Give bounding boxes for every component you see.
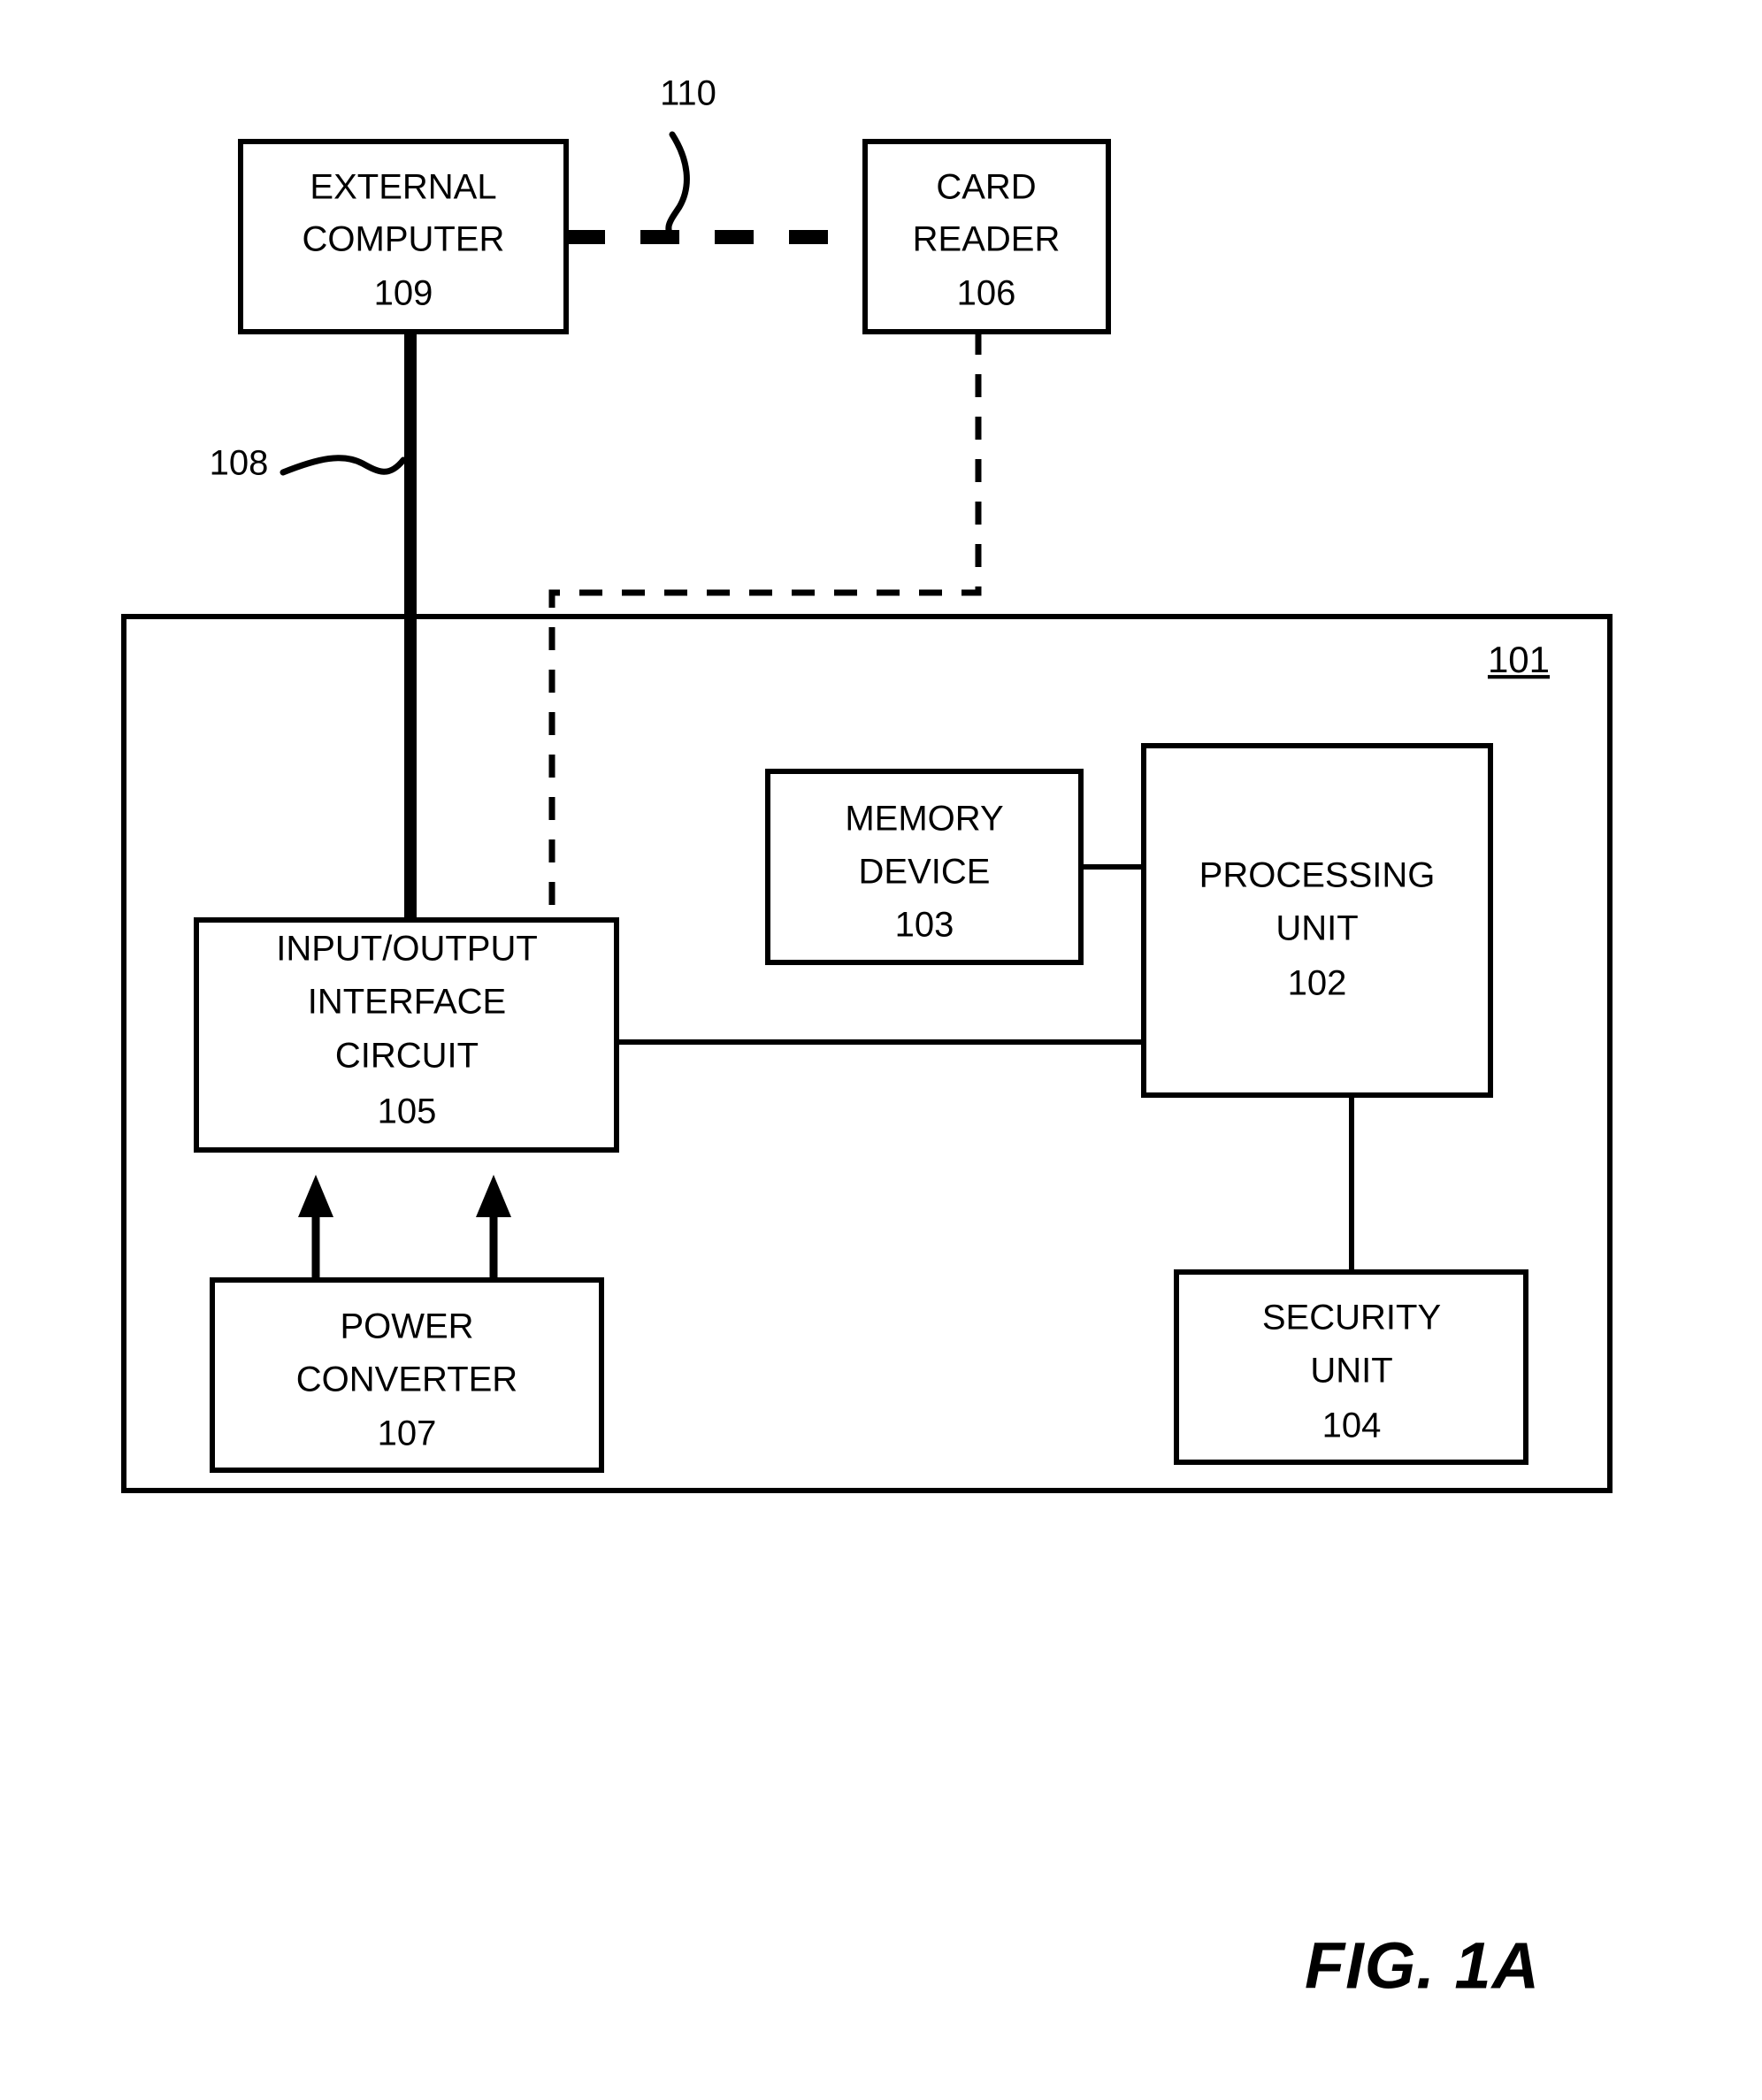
card-reader-ref: 106 (957, 274, 1016, 313)
memory-device-line1: MEMORY (845, 800, 1003, 839)
enclosure-ref-label: 101 (1488, 639, 1550, 680)
block-diagram-canvas: 101 108 110 EXTERNAL COMPUTER 109 CARD R… (121, 74, 1613, 2003)
processing-unit-line1: PROCESSING (1199, 856, 1436, 895)
security-unit-line2: UNIT (1310, 1352, 1392, 1391)
connection-110-label: 110 (660, 74, 716, 113)
memory-device-ref: 103 (895, 906, 954, 945)
io-interface-line1: INPUT/OUTPUT (276, 930, 538, 969)
external-computer-line1: EXTERNAL (310, 168, 496, 207)
power-converter-ref: 107 (378, 1414, 437, 1453)
card-reader-line2: READER (913, 220, 1061, 259)
power-converter-line2: CONVERTER (296, 1360, 517, 1399)
security-unit-ref: 104 (1322, 1406, 1382, 1445)
connection-110-lead-squiggle (665, 131, 690, 244)
power-arrow-right (476, 1175, 511, 1280)
processing-unit-line2: UNIT (1276, 909, 1358, 948)
patent-figure-1a: 101 108 110 EXTERNAL COMPUTER 109 CARD R… (0, 0, 1762, 2100)
processing-unit-ref: 102 (1288, 964, 1347, 1003)
power-converter-line1: POWER (340, 1307, 473, 1346)
external-computer-line2: COMPUTER (303, 220, 505, 259)
security-unit-line1: SECURITY (1262, 1299, 1441, 1337)
figure-caption: FIG. 1A (1305, 1929, 1540, 2003)
io-interface-ref: 105 (378, 1092, 437, 1131)
card-reader-line1: CARD (936, 168, 1036, 207)
io-interface-line3: CIRCUIT (335, 1037, 479, 1076)
io-interface-line2: INTERFACE (308, 983, 506, 1022)
external-computer-ref: 109 (374, 274, 433, 313)
connection-108-lead-squiggle (280, 455, 407, 476)
connection-108-label: 108 (210, 444, 269, 483)
power-arrow-left (298, 1175, 333, 1280)
memory-device-line2: DEVICE (859, 853, 991, 892)
